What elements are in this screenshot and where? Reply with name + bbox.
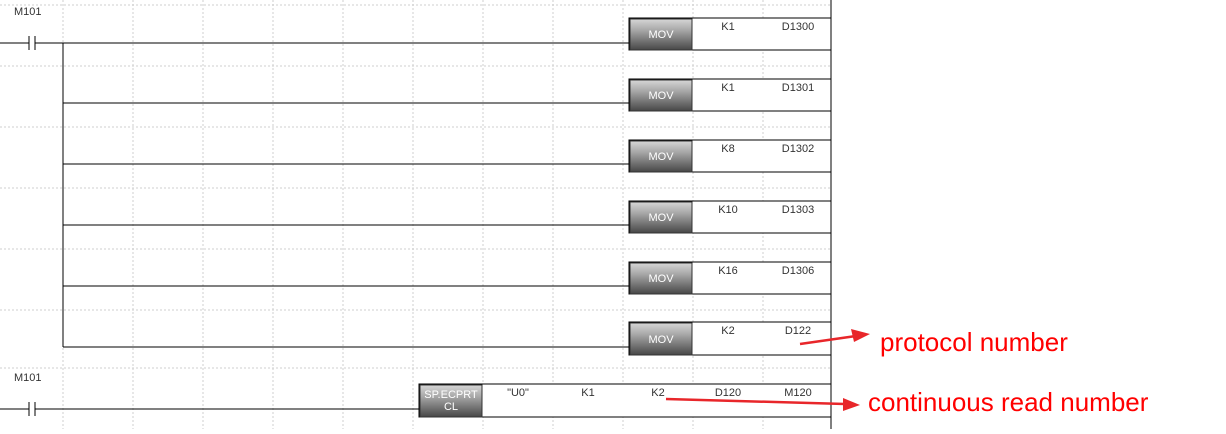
svg-text:MOV: MOV [648, 151, 674, 163]
destination-operand[interactable]: D1306 [782, 265, 814, 277]
annotation-text: protocol number [880, 327, 1068, 357]
mov-row: MOV K16 D1306 [63, 261, 832, 295]
rung-2: M101 SP.ECPRT CL "U0" K1 K2 D120 M120 [0, 372, 832, 418]
destination-operand[interactable]: D122 [785, 325, 811, 337]
svg-text:MOV: MOV [648, 212, 674, 224]
mov-row: MOV K1 D1301 [63, 78, 832, 112]
mov-row: MOV K10 D1303 [63, 200, 832, 234]
channel-number-operand[interactable]: K1 [581, 387, 594, 399]
control-data-operand[interactable]: D120 [715, 387, 741, 399]
ladder-diagram-screen: M101 MOV K1 D1300 MOV K1 D1301 MOV K8 D1… [0, 0, 1226, 429]
svg-text:SP.ECPRT: SP.ECPRT [424, 389, 478, 401]
continuous-count-operand[interactable]: K2 [651, 387, 664, 399]
destination-operand[interactable]: D1302 [782, 143, 814, 155]
source-operand[interactable]: K1 [721, 21, 734, 33]
mov-row: MOV K2 D122 [63, 321, 832, 356]
arrowhead-icon [851, 329, 870, 342]
mov-instruction-button[interactable]: MOV [629, 322, 693, 356]
annotation-protocol-number: protocol number [799, 327, 1068, 357]
completion-device-operand[interactable]: M120 [784, 387, 812, 399]
ecprtcl-instruction-button[interactable]: SP.ECPRT CL [419, 384, 483, 418]
source-operand[interactable]: K10 [718, 204, 738, 216]
mov-instruction-button[interactable]: MOV [629, 79, 693, 112]
mov-instruction-button[interactable]: MOV [629, 201, 693, 234]
rung-1: M101 MOV K1 D1300 MOV K1 D1301 MOV K8 D1… [0, 6, 832, 356]
source-operand[interactable]: K1 [721, 82, 734, 94]
normally-open-contact[interactable] [0, 36, 63, 50]
mov-instruction-button[interactable]: MOV [629, 262, 693, 295]
svg-text:MOV: MOV [648, 273, 674, 285]
mov-row: MOV K8 D1302 [63, 139, 832, 173]
channel-operand[interactable]: "U0" [507, 387, 529, 399]
mov-instruction-button[interactable]: MOV [629, 18, 693, 51]
destination-operand[interactable]: D1300 [782, 21, 814, 33]
annotation-text: continuous read number [868, 387, 1149, 417]
svg-text:MOV: MOV [648, 90, 674, 102]
ladder-diagram: M101 MOV K1 D1300 MOV K1 D1301 MOV K8 D1… [0, 0, 1149, 429]
destination-operand[interactable]: D1301 [782, 82, 814, 94]
contact-label: M101 [14, 372, 42, 384]
source-operand[interactable]: K16 [718, 265, 738, 277]
svg-text:MOV: MOV [648, 29, 674, 41]
destination-operand[interactable]: D1303 [782, 204, 814, 216]
contact-label: M101 [14, 6, 42, 18]
mov-instruction-button[interactable]: MOV [629, 140, 693, 173]
svg-text:CL: CL [444, 401, 458, 413]
mov-row: MOV K1 D1300 [63, 17, 832, 51]
arrowhead-icon [843, 398, 860, 411]
source-operand[interactable]: K8 [721, 143, 734, 155]
svg-text:MOV: MOV [648, 334, 674, 346]
source-operand[interactable]: K2 [721, 325, 734, 337]
